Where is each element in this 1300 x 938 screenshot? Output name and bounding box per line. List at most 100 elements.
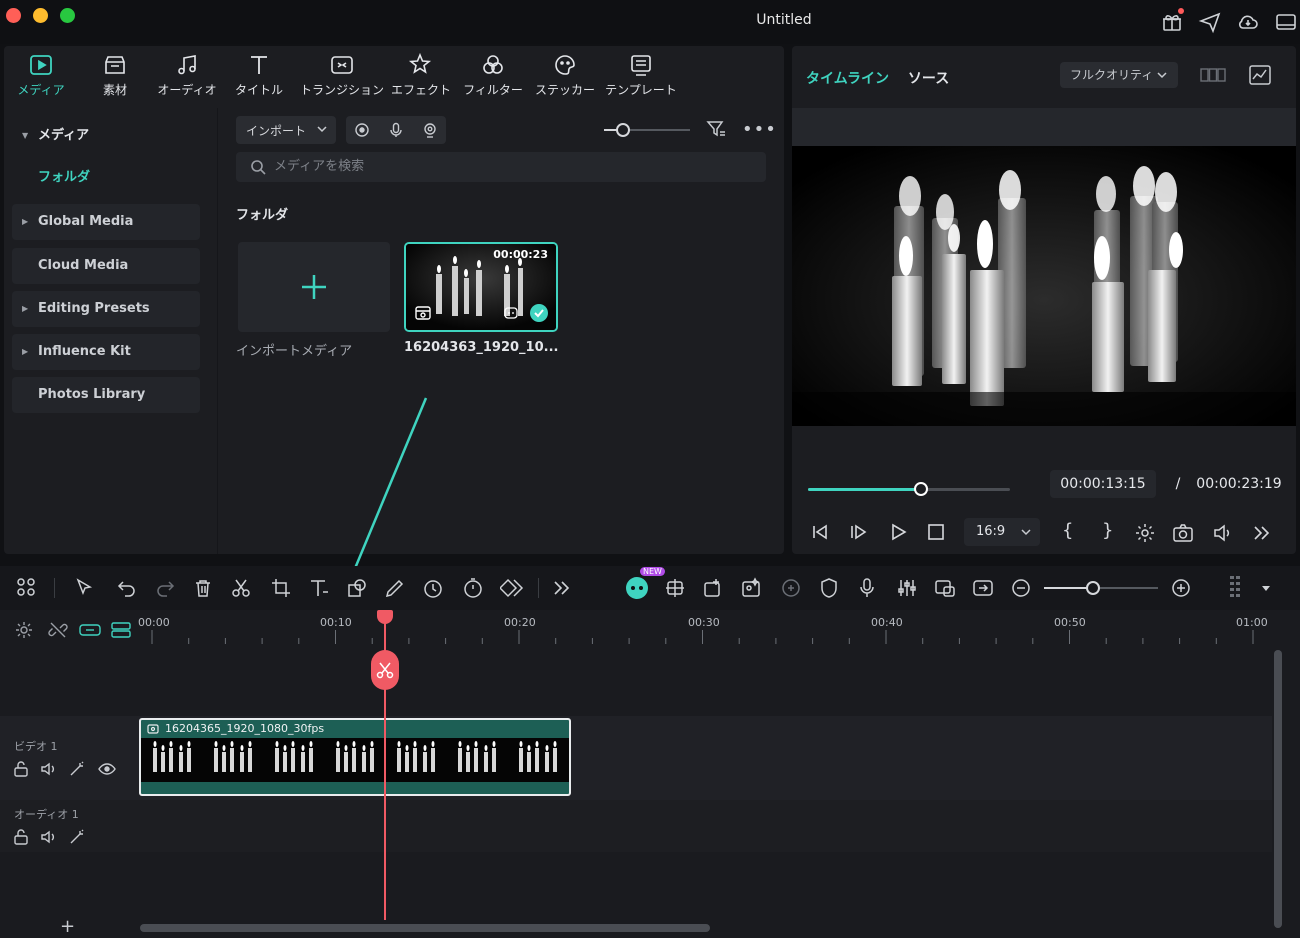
timeline-zoom-slider[interactable]: [1044, 581, 1158, 595]
layout-icon[interactable]: [1274, 10, 1298, 34]
webcam-icon[interactable]: [422, 122, 438, 138]
media-clip-name: 16204363_1920_10...: [404, 340, 559, 355]
delete-trash-icon[interactable]: [192, 577, 214, 599]
playback-progress-slider[interactable]: [808, 482, 1010, 498]
media-icon: [28, 52, 54, 78]
tab-media[interactable]: メディア: [4, 52, 78, 102]
add-track-button[interactable]: +: [60, 916, 75, 937]
grid-view-icon[interactable]: [1200, 66, 1226, 84]
split-marker[interactable]: [371, 650, 399, 690]
timeline-video-clip[interactable]: 16204365_1920_1080_30fps: [139, 718, 571, 796]
template-icon: [628, 52, 654, 78]
split-scissors-icon[interactable]: [230, 577, 252, 599]
tab-filter[interactable]: フィルター: [456, 52, 530, 102]
hide-track-magic-icon[interactable]: [68, 760, 86, 778]
audio-magic-icon[interactable]: [68, 828, 86, 846]
tab-stock[interactable]: 素材: [78, 52, 152, 102]
ai-copilot-icon[interactable]: [624, 574, 650, 600]
tab-transition[interactable]: トランジション: [300, 52, 384, 102]
mute-audio-track-icon[interactable]: [40, 828, 58, 846]
auto-frame-icon[interactable]: [664, 577, 686, 599]
record-screen-icon[interactable]: [354, 122, 370, 138]
timer-icon[interactable]: [462, 577, 484, 599]
redo-icon[interactable]: [154, 577, 176, 599]
play-icon[interactable]: [888, 522, 908, 542]
lock-audio-track-icon[interactable]: [12, 828, 30, 846]
cloud-sync-icon[interactable]: [1236, 10, 1260, 34]
zoom-in-icon[interactable]: [1170, 577, 1192, 599]
pen-draw-icon[interactable]: [384, 577, 406, 599]
tab-title[interactable]: タイトル: [222, 52, 296, 102]
next-frame-icon[interactable]: [848, 522, 868, 542]
waveform-chart-icon[interactable]: [1248, 64, 1272, 86]
tab-audio[interactable]: オーディオ: [150, 52, 224, 102]
keyframe-icon[interactable]: [500, 577, 524, 599]
mark-out-button[interactable]: }: [1102, 520, 1113, 541]
replace-clip-icon[interactable]: [972, 577, 994, 599]
preview-tabs: タイムライン ソース: [806, 68, 949, 88]
sidebar-item-influence-kit[interactable]: ▶ Influence Kit: [12, 334, 200, 370]
unlink-icon[interactable]: [48, 620, 68, 640]
sidebar-item-editing-presets[interactable]: ▶ Editing Presets: [12, 291, 200, 327]
search-input[interactable]: メディアを検索: [236, 152, 766, 182]
voiceover-mic-icon[interactable]: [856, 577, 878, 599]
picture-in-picture-icon[interactable]: [934, 577, 956, 599]
sidebar-item-cloud-media[interactable]: Cloud Media: [12, 248, 200, 284]
vertical-scrollbar[interactable]: [1274, 650, 1282, 928]
media-clip-thumbnail[interactable]: 00:00:23: [404, 242, 558, 332]
volume-icon[interactable]: [1212, 522, 1234, 544]
stop-icon[interactable]: [926, 522, 946, 542]
microphone-icon[interactable]: [388, 122, 404, 138]
shield-icon[interactable]: [818, 577, 840, 599]
tab-timeline-preview[interactable]: タイムライン: [806, 71, 889, 87]
quality-dropdown[interactable]: フルクオリティ: [1060, 62, 1178, 88]
tab-source-preview[interactable]: ソース: [908, 71, 949, 87]
speed-clock-icon[interactable]: [422, 577, 444, 599]
sidebar-item-photos-library[interactable]: Photos Library: [12, 377, 200, 413]
undo-icon[interactable]: [116, 577, 138, 599]
add-marker-icon[interactable]: [702, 577, 724, 599]
expand-more-icon[interactable]: [1250, 522, 1272, 544]
previous-frame-icon[interactable]: [810, 522, 830, 542]
zoom-out-icon[interactable]: [1010, 577, 1032, 599]
track-settings-icon[interactable]: [14, 620, 34, 640]
audio-sync-icon[interactable]: [780, 577, 802, 599]
tab-effects[interactable]: エフェクト: [384, 52, 458, 102]
shape-mask-icon[interactable]: [346, 577, 368, 599]
mark-in-button[interactable]: {: [1062, 520, 1073, 541]
sidebar-item-media[interactable]: ▼ メディア: [12, 118, 200, 154]
import-dropdown[interactable]: インポート: [236, 116, 336, 144]
link-tracks-icon[interactable]: [78, 620, 102, 640]
send-feedback-icon[interactable]: [1198, 10, 1222, 34]
text-tool-icon[interactable]: [308, 577, 330, 599]
aspect-ratio-dropdown[interactable]: 16:9: [964, 518, 1040, 546]
horizontal-scrollbar[interactable]: [140, 924, 710, 932]
layout-grid-icon[interactable]: [16, 577, 36, 597]
add-track-icon[interactable]: [110, 620, 132, 640]
render-settings-icon[interactable]: [1134, 522, 1156, 544]
caret-down-icon[interactable]: [1260, 582, 1272, 594]
eye-visibility-icon[interactable]: [98, 760, 116, 778]
snapshot-camera-icon[interactable]: [1172, 522, 1194, 544]
crop-icon[interactable]: [270, 577, 292, 599]
tab-sticker[interactable]: ステッカー: [528, 52, 602, 102]
select-pointer-icon[interactable]: [74, 577, 96, 599]
more-tools-icon[interactable]: [550, 577, 572, 599]
time-ruler[interactable]: 00:00 00:10 00:20 00:30 00:40 00:50 01:0…: [138, 610, 1278, 650]
audio-mixer-icon[interactable]: [896, 577, 918, 599]
mute-track-icon[interactable]: [40, 760, 58, 778]
lock-track-icon[interactable]: [12, 760, 30, 778]
tab-template[interactable]: テンプレート: [600, 52, 682, 102]
sidebar-item-folder[interactable]: フォルダ: [12, 160, 200, 196]
filter-funnel-icon[interactable]: [706, 119, 726, 139]
ai-image-icon[interactable]: [740, 577, 762, 599]
more-options-icon[interactable]: •••: [742, 119, 777, 140]
gift-icon[interactable]: [1160, 8, 1184, 34]
timeline-area: ビデオ 1 オーディオ 1 + 00:00 00:10 00:20 00:30 …: [0, 610, 1300, 938]
sidebar-item-global-media[interactable]: ▶ Global Media: [12, 204, 200, 240]
thumbnail-size-slider[interactable]: [604, 122, 690, 138]
import-media-label: インポートメディア: [236, 344, 353, 359]
stock-icon: [102, 52, 128, 78]
import-media-button[interactable]: [238, 242, 390, 332]
track-options-icon[interactable]: [1226, 574, 1248, 602]
